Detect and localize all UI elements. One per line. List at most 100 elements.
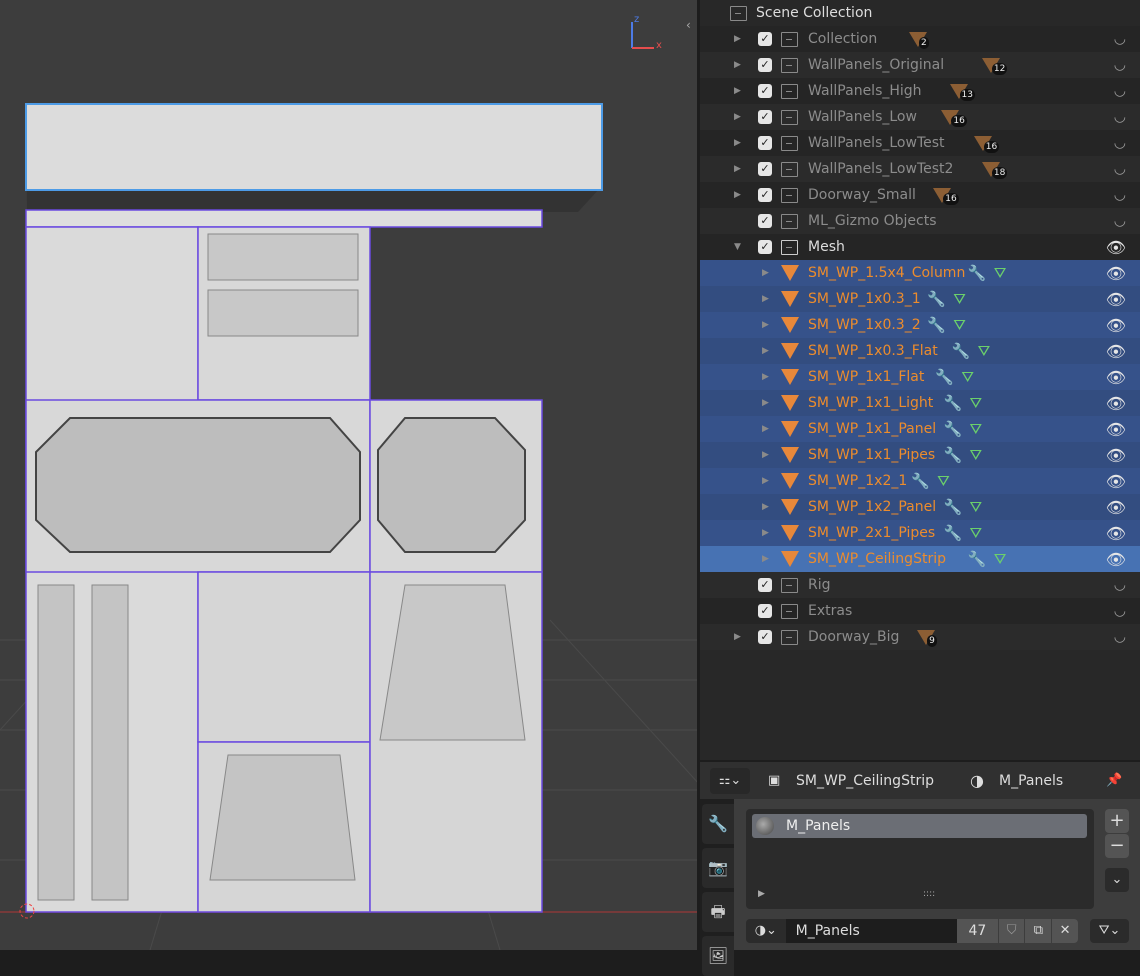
modifier-wrench-icon[interactable]: 🔧 [927,316,946,334]
collection-row[interactable]: ✓ Rig ◡ [700,572,1140,598]
object-row[interactable]: ▶ SM_WP_1.5x4_Column 🔧 ⛛ 👁 [700,260,1140,286]
object-row[interactable]: ▶ SM_WP_1x0.3_2 🔧 ⛛ 👁 [700,312,1140,338]
eye-icon[interactable]: 👁 [1106,524,1126,543]
expand-arrow[interactable]: ▶ [758,889,765,899]
modifier-wrench-icon[interactable]: 🔧 [927,290,946,308]
mesh-data-icon[interactable]: ⛛ [970,498,983,516]
mesh-data-icon[interactable]: ⛛ [970,394,983,412]
mesh-data-icon[interactable]: ⛛ [937,472,950,490]
expand-arrow[interactable]: ▶ [734,138,741,148]
mesh-data-icon[interactable]: ⛛ [970,524,983,542]
hidden-eye-icon[interactable]: ◡ [1114,31,1126,47]
expand-arrow[interactable]: ▶ [762,502,769,512]
eye-icon[interactable]: 👁 [1106,342,1126,361]
modifier-wrench-icon[interactable]: 🔧 [935,368,954,386]
expand-arrow[interactable]: ▶ [762,424,769,434]
exclude-checkbox[interactable]: ✓ [758,240,772,254]
exclude-checkbox[interactable]: ✓ [758,136,772,150]
view-layer-tab-icon[interactable]: 🖼 [702,936,734,976]
object-row[interactable]: ▶ SM_WP_CeilingStrip 🔧 ⛛ 👁 [700,546,1140,572]
eye-icon[interactable]: 👁 [1106,264,1126,283]
expand-arrow[interactable]: ▶ [762,372,769,382]
object-row[interactable]: ▶ SM_WP_1x2_Panel 🔧 ⛛ 👁 [700,494,1140,520]
hidden-eye-icon[interactable]: ◡ [1114,57,1126,73]
collection-row[interactable]: ▶ ✓ Collection 2 ◡ [700,26,1140,52]
hidden-eye-icon[interactable]: ◡ [1114,135,1126,151]
hidden-eye-icon[interactable]: ◡ [1114,629,1126,645]
collection-row[interactable]: ✓ ML_Gizmo Objects ◡ [700,208,1140,234]
eye-icon[interactable]: 👁 [1106,368,1126,387]
object-row[interactable]: ▶ SM_WP_1x1_Light 🔧 ⛛ 👁 [700,390,1140,416]
exclude-checkbox[interactable]: ✓ [758,84,772,98]
collection-row-mesh[interactable]: ▼ ✓ Mesh 👁 [700,234,1140,260]
eye-icon[interactable]: 👁 [1106,420,1126,439]
object-row[interactable]: ▶ SM_WP_2x1_Pipes 🔧 ⛛ 👁 [700,520,1140,546]
mesh-data-icon[interactable]: ⛛ [994,550,1007,568]
add-slot-button[interactable]: + [1105,809,1129,833]
mesh-data-icon[interactable]: ⛛ [953,316,966,334]
eye-icon[interactable]: 👁 [1106,238,1126,257]
remove-slot-button[interactable]: − [1105,834,1129,858]
expand-arrow[interactable]: ▶ [762,268,769,278]
material-slot-list[interactable]: M_Panels ▶ :::: [746,809,1094,909]
link-mode-dropdown[interactable]: ⛛⌄ [1090,919,1129,943]
object-row[interactable]: ▶ SM_WP_1x2_1 🔧 ⛛ 👁 [700,468,1140,494]
expand-arrow[interactable]: ▶ [762,528,769,538]
material-name-field[interactable]: M_Panels [785,919,958,943]
object-row[interactable]: ▶ SM_WP_1x1_Pipes 🔧 ⛛ 👁 [700,442,1140,468]
3d-viewport[interactable]: z x ‹ [0,0,697,950]
mesh-data-icon[interactable]: ⛛ [961,368,974,386]
unlink-icon[interactable]: ✕ [1052,919,1078,943]
scene-collection-row[interactable]: Scene Collection [700,0,1140,26]
fake-user-icon[interactable]: ⛉ [998,919,1025,943]
output-tab-icon[interactable]: 🖶 [702,892,734,932]
collection-row[interactable]: ▶ ✓ WallPanels_Low 16 ◡ [700,104,1140,130]
modifier-wrench-icon[interactable]: 🔧 [968,264,987,282]
exclude-checkbox[interactable]: ✓ [758,578,772,592]
modifier-wrench-icon[interactable]: 🔧 [944,524,963,542]
object-row[interactable]: ▶ SM_WP_1x1_Flat 🔧 ⛛ 👁 [700,364,1140,390]
editor-type-button[interactable]: ⚏⌄ [710,768,750,794]
object-row[interactable]: ▶ SM_WP_1x0.3_Flat 🔧 ⛛ 👁 [700,338,1140,364]
exclude-checkbox[interactable]: ✓ [758,110,772,124]
expand-arrow[interactable]: ▶ [762,398,769,408]
collection-row[interactable]: ▶ ✓ WallPanels_LowTest 16 ◡ [700,130,1140,156]
exclude-checkbox[interactable]: ✓ [758,32,772,46]
expand-arrow[interactable]: ▶ [734,164,741,174]
eye-icon[interactable]: 👁 [1106,550,1126,569]
collection-row[interactable]: ▶ ✓ Doorway_Big 9 ◡ [700,624,1140,650]
eye-icon[interactable]: 👁 [1106,472,1126,491]
mesh-data-icon[interactable]: ⛛ [978,342,991,360]
hidden-eye-icon[interactable]: ◡ [1114,213,1126,229]
slot-specials-button[interactable]: ⌄ [1105,868,1129,892]
expand-arrow[interactable]: ▶ [762,554,769,564]
hidden-eye-icon[interactable]: ◡ [1114,577,1126,593]
modifier-wrench-icon[interactable]: 🔧 [944,446,963,464]
collapse-arrow[interactable]: ▼ [734,242,741,252]
exclude-checkbox[interactable]: ✓ [758,162,772,176]
expand-arrow[interactable]: ▶ [734,632,741,642]
modifier-wrench-icon[interactable]: 🔧 [944,394,963,412]
eye-icon[interactable]: 👁 [1106,290,1126,309]
collection-row[interactable]: ▶ ✓ WallPanels_High 13 ◡ [700,78,1140,104]
pin-icon[interactable]: 📌 [1106,773,1122,788]
expand-arrow[interactable]: ▶ [734,86,741,96]
mesh-data-icon[interactable]: ⛛ [953,290,966,308]
hidden-eye-icon[interactable]: ◡ [1114,161,1126,177]
modifier-wrench-icon[interactable]: 🔧 [968,550,987,568]
render-tab-icon[interactable]: 📷 [702,848,734,888]
modifier-wrench-icon[interactable]: 🔧 [952,342,971,360]
hidden-eye-icon[interactable]: ◡ [1114,109,1126,125]
exclude-checkbox[interactable]: ✓ [758,214,772,228]
mesh-data-icon[interactable]: ⛛ [994,264,1007,282]
expand-arrow[interactable]: ▶ [734,60,741,70]
exclude-checkbox[interactable]: ✓ [758,188,772,202]
expand-arrow[interactable]: ▶ [734,112,741,122]
expand-arrow[interactable]: ▶ [762,294,769,304]
eye-icon[interactable]: 👁 [1106,316,1126,335]
eye-icon[interactable]: 👁 [1106,498,1126,517]
collection-row[interactable]: ▶ ✓ WallPanels_LowTest2 18 ◡ [700,156,1140,182]
collection-row[interactable]: ▶ ✓ Doorway_Small 16 ◡ [700,182,1140,208]
collection-row[interactable]: ▶ ✓ WallPanels_Original 12 ◡ [700,52,1140,78]
exclude-checkbox[interactable]: ✓ [758,604,772,618]
